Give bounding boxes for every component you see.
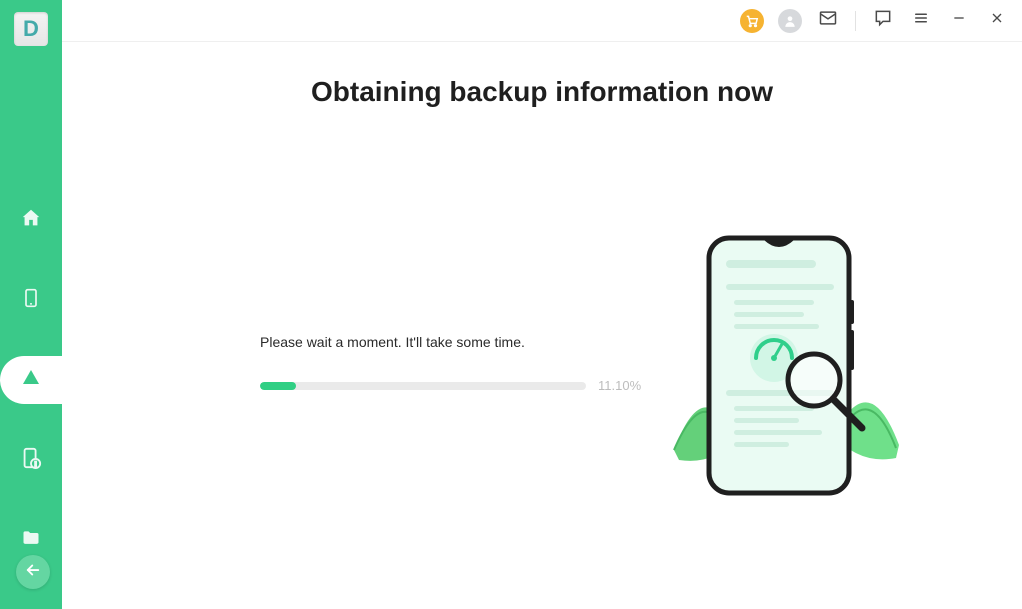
feedback-button[interactable] (866, 4, 900, 38)
device-alert-icon: ! (20, 446, 42, 475)
page-title: Obtaining backup information now (62, 76, 1022, 108)
progress-message: Please wait a moment. It'll take some ti… (260, 334, 645, 350)
close-button[interactable] (980, 4, 1014, 38)
cart-button[interactable] (735, 4, 769, 38)
sidebar-item-phone[interactable] (0, 276, 62, 324)
sidebar-item-cloud[interactable] (0, 356, 62, 404)
sidebar-item-device-alert[interactable]: ! (0, 436, 62, 484)
minimize-icon (951, 10, 967, 31)
folder-icon (20, 528, 42, 553)
progress-bar (260, 382, 586, 390)
chat-icon (873, 8, 893, 33)
svg-text:!: ! (34, 459, 36, 468)
progress-row: 11.10% (260, 378, 645, 393)
user-button[interactable] (773, 4, 807, 38)
close-icon (989, 10, 1005, 31)
sidebar-nav: ! (0, 196, 62, 564)
progress-percent-label: 11.10% (598, 378, 641, 393)
sidebar: D ! (0, 0, 62, 609)
content: Obtaining backup information now Please … (62, 42, 1022, 609)
cloud-icon (19, 366, 43, 395)
user-icon (778, 9, 802, 33)
titlebar-separator (855, 11, 856, 31)
progress-area: Please wait a moment. It'll take some ti… (260, 334, 645, 393)
main-panel: Obtaining backup information now Please … (62, 0, 1022, 609)
app-logo-letter: D (23, 16, 39, 42)
home-icon (20, 207, 42, 234)
cart-icon (740, 9, 764, 33)
illustration (664, 230, 914, 510)
menu-button[interactable] (904, 4, 938, 38)
progress-bar-fill (260, 382, 296, 390)
phone-icon (21, 286, 41, 315)
menu-icon (912, 9, 930, 32)
minimize-button[interactable] (942, 4, 976, 38)
arrow-left-icon (24, 561, 42, 584)
back-button[interactable] (16, 555, 50, 589)
app-logo: D (14, 12, 48, 46)
mail-icon (818, 8, 838, 33)
titlebar (62, 0, 1022, 42)
sidebar-item-home[interactable] (0, 196, 62, 244)
mail-button[interactable] (811, 4, 845, 38)
